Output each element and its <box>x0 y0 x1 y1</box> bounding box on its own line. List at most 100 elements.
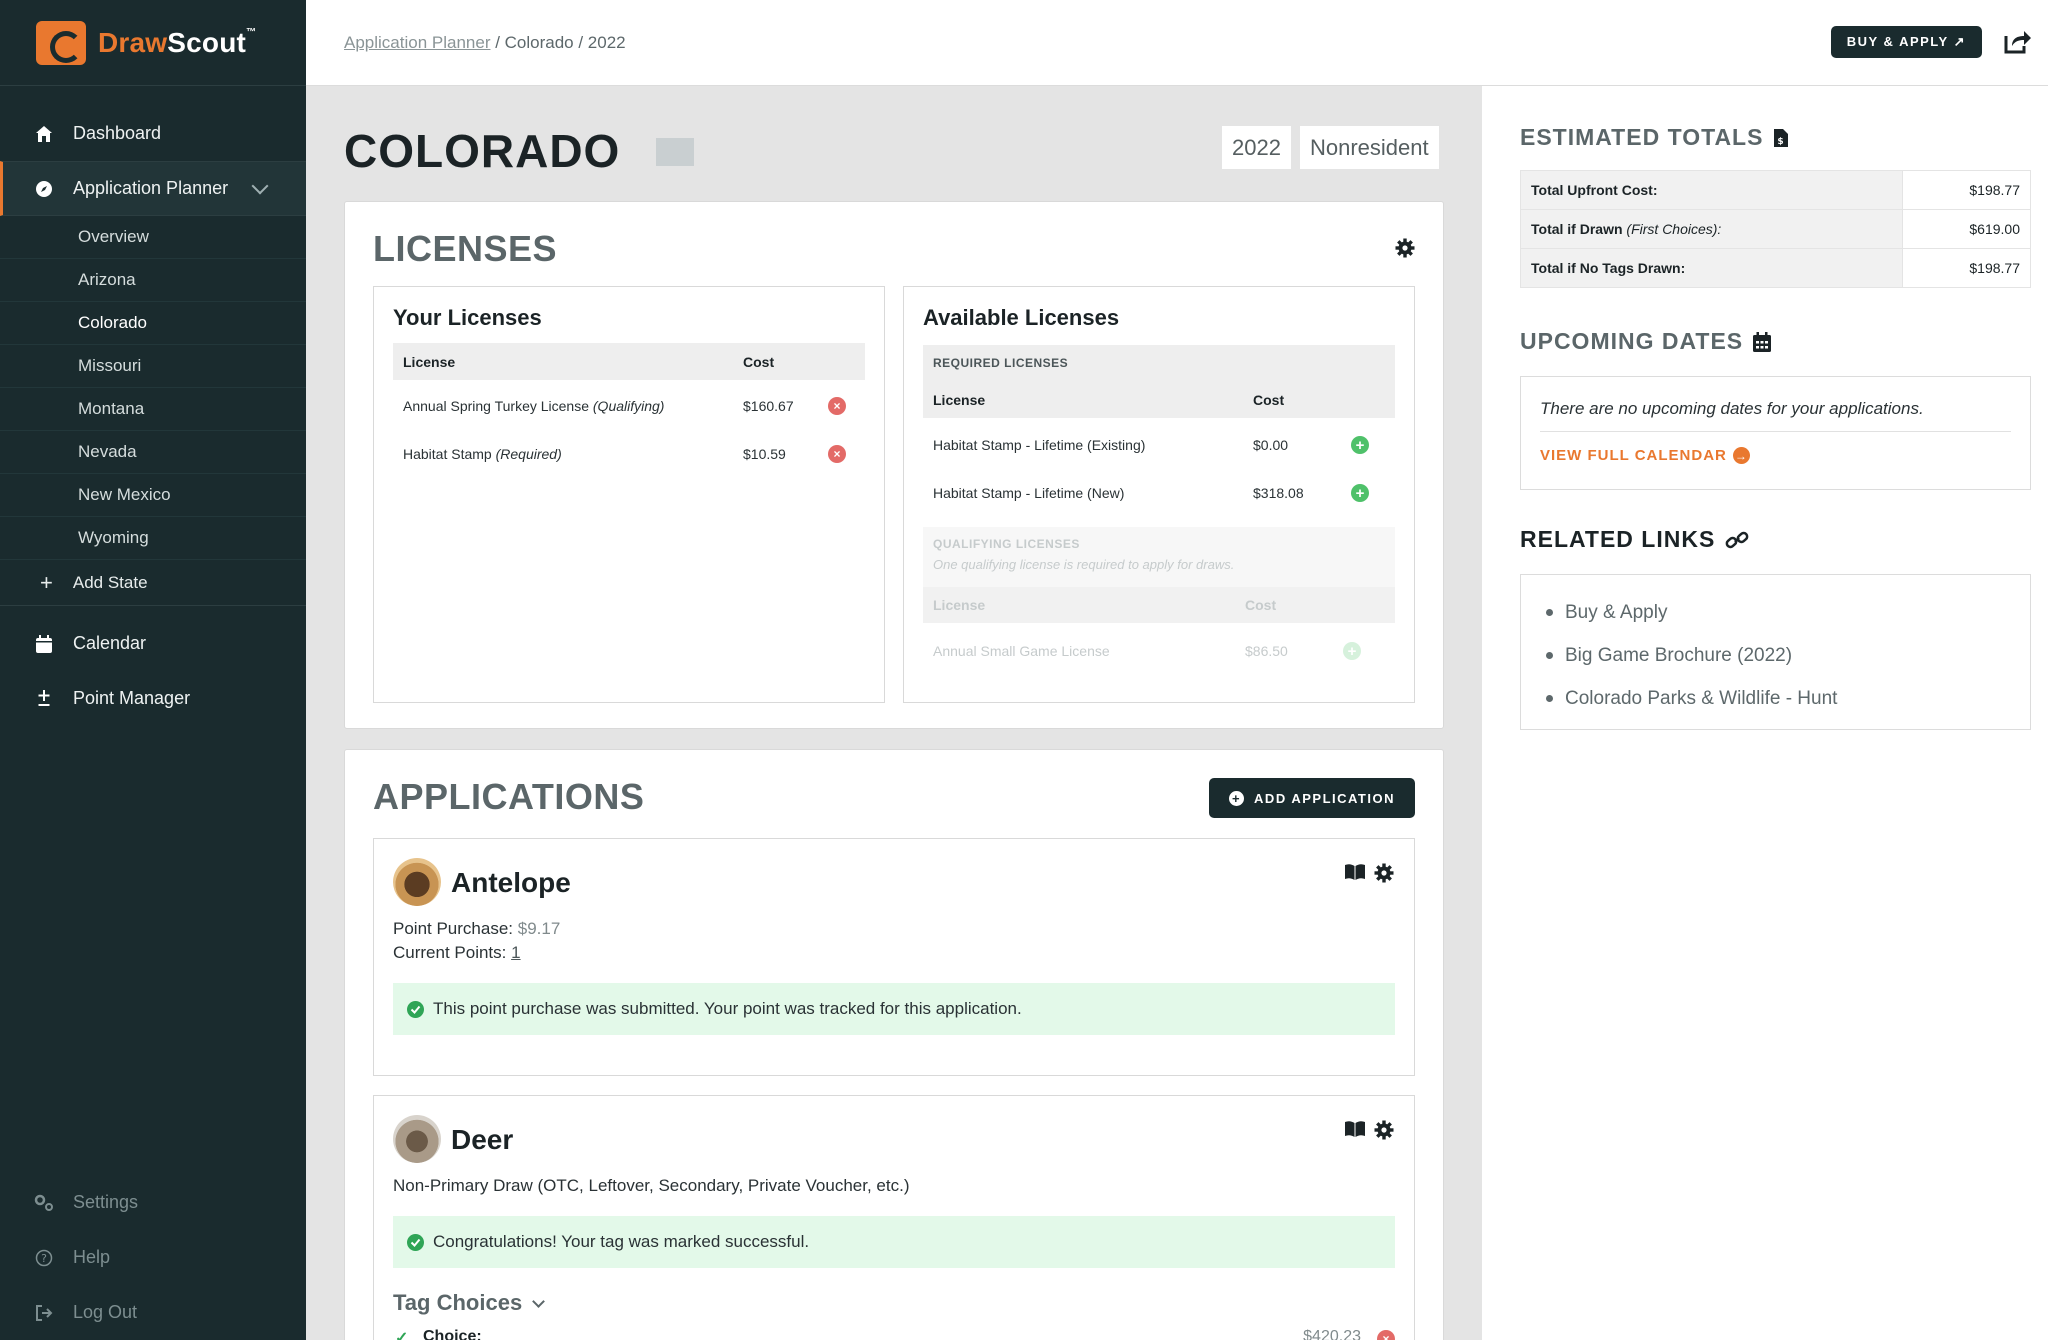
your-licenses-title: Your Licenses <box>393 305 542 330</box>
nav-application-planner[interactable]: Application Planner <box>0 161 306 216</box>
nav-point-manager-label: Point Manager <box>73 688 191 708</box>
related-link-big-game-brochure[interactable]: Big Game Brochure (2022) <box>1546 634 2030 677</box>
totals-value: $198.77 <box>1902 248 2031 288</box>
nav-point-manager[interactable]: Point Manager <box>0 671 306 726</box>
main-nav: Dashboard Application Planner Overview A… <box>0 86 306 726</box>
current-points-link[interactable]: 1 <box>511 943 520 962</box>
add-state-button[interactable]: + Add State <box>0 560 306 606</box>
share-icon[interactable] <box>2002 26 2032 56</box>
estimated-totals-label: ESTIMATED TOTALS <box>1520 124 1764 150</box>
license-name: Annual Spring Turkey License (Qualifying… <box>403 398 664 414</box>
species-title: Deer <box>451 1124 514 1155</box>
choice-row: ✓ Choice: $420.23 × <box>393 1328 1395 1340</box>
nav-settings-label: Settings <box>73 1192 139 1212</box>
related-links-title: RELATED LINKS <box>1520 526 1749 553</box>
subnav-missouri[interactable]: Missouri <box>0 345 306 388</box>
nav-dashboard[interactable]: Dashboard <box>0 106 306 161</box>
plus-circle-icon: + <box>1229 790 1245 806</box>
col-license: License <box>403 353 456 370</box>
nav-help[interactable]: ? Help <box>0 1230 306 1285</box>
available-license-row: Habitat Stamp - Lifetime (Existing) $0.0… <box>923 421 1395 469</box>
your-licenses-header: License Cost <box>393 343 865 380</box>
application-card-deer: Deer Non-Primary Draw (OTC, Leftover, Se… <box>373 1095 1415 1340</box>
remove-icon[interactable]: × <box>828 397 846 415</box>
compass-icon <box>34 179 54 199</box>
related-link-cpw-hunt[interactable]: Colorado Parks & Wildlife - Hunt <box>1546 677 2030 720</box>
breadcrumb-application-planner-link[interactable]: Application Planner <box>344 33 490 52</box>
gear-icon[interactable] <box>1395 238 1415 258</box>
choice-cost: $420.23 <box>1303 1328 1361 1340</box>
license-cost: $160.67 <box>743 398 794 414</box>
add-state-label: Add State <box>72 572 148 592</box>
add-license-icon[interactable]: + <box>1343 642 1361 660</box>
totals-value: $619.00 <box>1902 209 2031 249</box>
available-licenses-card: Available Licenses REQUIRED LICENSES Lic… <box>903 286 1415 703</box>
link-icon <box>1725 531 1749 548</box>
success-message: This point purchase was submitted. Your … <box>433 999 1022 1018</box>
nav-calendar[interactable]: Calendar <box>0 616 306 671</box>
totals-note: (First Choices): <box>1626 221 1722 237</box>
add-application-button[interactable]: + ADD APPLICATION <box>1209 778 1415 818</box>
related-links-label: RELATED LINKS <box>1520 526 1716 552</box>
remove-icon[interactable]: × <box>1377 1330 1395 1340</box>
totals-label-text: Total if Drawn <box>1531 221 1623 237</box>
chevron-down-icon[interactable] <box>251 177 269 194</box>
tag-choices-toggle[interactable]: Tag Choices <box>393 1290 546 1316</box>
sidebar-bottom-nav: Settings ? Help Log Out <box>0 1175 306 1340</box>
calendar-icon <box>1753 331 1772 352</box>
totals-label-text: Total Upfront Cost: <box>1531 182 1658 198</box>
qualifying-licenses-label: QUALIFYING LICENSES <box>933 537 1080 551</box>
draw-type: Non-Primary Draw (OTC, Leftover, Seconda… <box>393 1176 910 1195</box>
year-selector[interactable]: 2022 <box>1222 126 1291 169</box>
related-links-list: Buy & Apply Big Game Brochure (2022) Col… <box>1521 575 2030 720</box>
state-flag-icon <box>656 138 694 166</box>
license-name-text: Annual Spring Turkey License <box>403 398 589 414</box>
subnav-overview[interactable]: Overview <box>0 216 306 259</box>
check-icon: ✓ <box>395 1330 409 1340</box>
add-license-icon[interactable]: + <box>1351 436 1369 454</box>
buy-apply-button[interactable]: BUY & APPLY ↗ <box>1830 26 1982 58</box>
nav-calendar-label: Calendar <box>73 633 147 653</box>
top-header: Application Planner / Colorado / 2022 BU… <box>306 0 2048 86</box>
nav-logout[interactable]: Log Out <box>0 1285 306 1340</box>
totals-label: Total if No Tags Drawn: <box>1520 248 1903 288</box>
add-license-icon[interactable]: + <box>1351 484 1369 502</box>
upcoming-dates-title: UPCOMING DATES <box>1520 328 1772 355</box>
upcoming-dates-label: UPCOMING DATES <box>1520 328 1744 354</box>
drawscout-logo[interactable]: DrawScout™ <box>0 0 306 86</box>
nav-settings[interactable]: Settings <box>0 1175 306 1230</box>
subnav-colorado[interactable]: Colorado <box>0 302 306 345</box>
license-row: Habitat Stamp (Required) $10.59 × <box>393 430 865 478</box>
remove-icon[interactable]: × <box>828 445 846 463</box>
gear-icon[interactable] <box>1374 863 1394 883</box>
settings-icon <box>34 1193 54 1213</box>
related-links-card: Buy & Apply Big Game Brochure (2022) Col… <box>1520 574 2031 730</box>
view-full-calendar-link[interactable]: VIEW FULL CALENDAR → <box>1540 447 1750 464</box>
license-name: Habitat Stamp (Required) <box>403 446 562 462</box>
divider <box>1540 431 2011 432</box>
book-icon[interactable] <box>1344 1120 1366 1138</box>
license-note: (Required) <box>495 446 562 462</box>
licenses-title: LICENSES <box>373 228 558 269</box>
subnav-montana[interactable]: Montana <box>0 388 306 431</box>
plus-icon: + <box>40 569 53 595</box>
tag-choices-label: Tag Choices <box>393 1290 523 1315</box>
logo-mark-icon <box>36 20 86 65</box>
nav-logout-label: Log Out <box>73 1302 138 1322</box>
gear-icon[interactable] <box>1374 1120 1394 1140</box>
subnav-wyoming[interactable]: Wyoming <box>0 517 306 560</box>
residency-selector[interactable]: Nonresident <box>1300 126 1439 169</box>
view-full-calendar-label: VIEW FULL CALENDAR <box>1540 447 1727 464</box>
subnav-nevada[interactable]: Nevada <box>0 431 306 474</box>
totals-label: Total Upfront Cost: <box>1520 170 1903 210</box>
state-subnav: Overview Arizona Colorado Missouri Monta… <box>0 216 306 560</box>
breadcrumb: Application Planner / Colorado / 2022 <box>344 33 626 53</box>
book-icon[interactable] <box>1344 863 1366 881</box>
chevron-down-icon <box>532 1294 546 1308</box>
svg-text:?: ? <box>41 1252 47 1265</box>
related-link-buy-apply[interactable]: Buy & Apply <box>1546 591 2030 634</box>
no-upcoming-dates-message: There are no upcoming dates for your app… <box>1540 399 1924 418</box>
qualifying-license-row: Annual Small Game License $86.50 + <box>923 627 1395 675</box>
subnav-new-mexico[interactable]: New Mexico <box>0 474 306 517</box>
subnav-arizona[interactable]: Arizona <box>0 259 306 302</box>
